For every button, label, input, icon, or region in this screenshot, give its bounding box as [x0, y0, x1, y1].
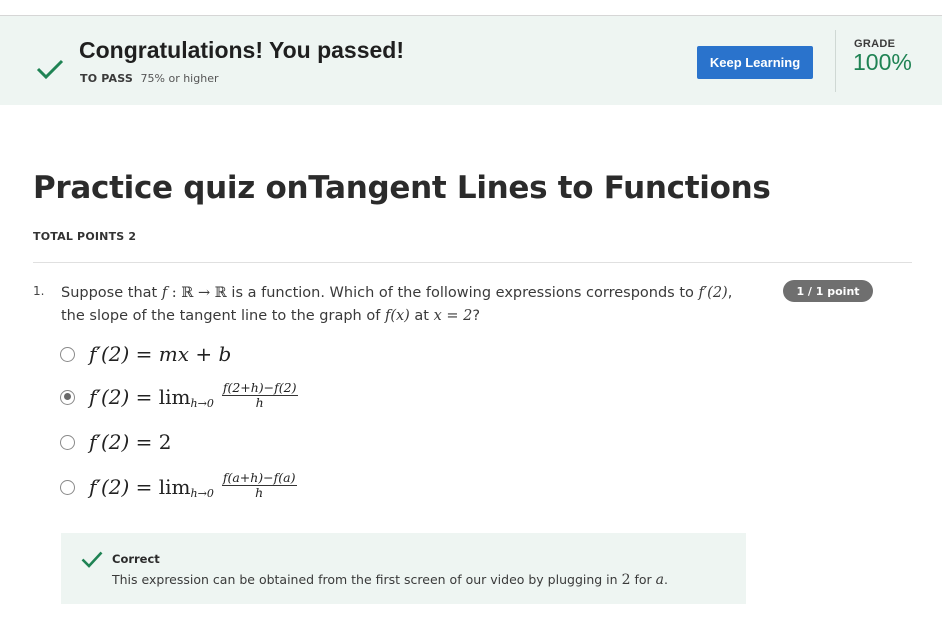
answer-option-3[interactable]: f′(2) = 2: [60, 427, 171, 457]
fraction-denominator: h: [255, 394, 264, 410]
math-arrow: →: [193, 285, 215, 301]
option-math: f′(2) = lim h→0 f(a+h)−f(a) h: [89, 469, 297, 502]
option-math: f′(2) = lim h→0 f(2+h)−f(2) h: [89, 379, 298, 412]
quiz-title: Practice quiz onTangent Lines to Functio…: [33, 170, 771, 206]
grade-value: 100%: [853, 49, 912, 75]
radio-button[interactable]: [60, 434, 75, 450]
to-pass-row: TO PASS 75% or higher: [80, 72, 218, 85]
fraction-numerator: f(2+h)−f(2): [221, 379, 298, 396]
question-text-part: Suppose that: [61, 285, 162, 301]
fraction-numerator: f(a+h)−f(a): [221, 469, 297, 486]
option-rhs: = mx + b: [129, 342, 232, 366]
banner-divider: [835, 30, 836, 92]
question-text: Suppose that f : ℝ → ℝ is a function. Wh…: [61, 282, 761, 328]
check-icon: [81, 551, 103, 568]
keep-learning-button[interactable]: Keep Learning: [697, 46, 813, 79]
pass-title: Congratulations! You passed!: [79, 37, 405, 63]
option-lhs: f′(2): [89, 385, 130, 409]
fraction-denominator: h: [255, 484, 264, 500]
math-colon: :: [167, 285, 182, 301]
question-text-part: is a function. Which of the following ex…: [226, 285, 699, 301]
fraction: f(2+h)−f(2) h: [221, 379, 298, 410]
option-rhs: = lim: [129, 385, 191, 409]
question-text-part: the slope of the tangent line to the gra…: [61, 308, 385, 324]
radio-button[interactable]: [60, 346, 75, 362]
option-math: f′(2) = mx + b: [89, 342, 231, 366]
math-f-of-x: f(x): [384, 308, 410, 324]
section-divider: [33, 262, 912, 263]
radio-button[interactable]: [60, 479, 75, 495]
to-pass-label: TO PASS: [80, 72, 134, 85]
option-math: f′(2) = 2: [89, 430, 171, 454]
option-lhs: f′(2): [89, 342, 130, 366]
question-text-part: at: [409, 308, 434, 324]
option-lhs: f′(2): [89, 430, 130, 454]
total-points: TOTAL POINTS 2: [33, 230, 137, 243]
question-text-part: ,: [727, 285, 733, 301]
math-reals: ℝ: [181, 285, 194, 301]
option-rhs: = 2: [129, 430, 172, 454]
option-lhs: f′(2): [89, 475, 130, 499]
option-rhs: = lim: [129, 475, 191, 499]
limit-subscript: h→0: [190, 396, 214, 410]
radio-button-selected[interactable]: [60, 389, 75, 405]
to-pass-value: 75% or higher: [140, 72, 219, 85]
feedback-text-part: for: [630, 572, 656, 587]
feedback-label: Correct: [112, 552, 160, 566]
check-icon: [36, 59, 64, 80]
feedback-text: This expression can be obtained from the…: [112, 572, 668, 588]
fraction: f(a+h)−f(a) h: [221, 469, 297, 500]
feedback-text-part: This expression can be obtained from the…: [112, 572, 622, 587]
math-a: a: [655, 572, 664, 588]
math-reals: ℝ: [214, 285, 227, 301]
math-x-equals-2: x = 2: [433, 308, 473, 324]
answer-option-4[interactable]: f′(2) = lim h→0 f(a+h)−f(a) h: [60, 469, 297, 502]
math-fprime-2: f′(2): [698, 285, 728, 301]
points-badge: 1 / 1 point: [783, 280, 873, 302]
feedback-text-part: .: [663, 572, 668, 587]
answer-option-2[interactable]: f′(2) = lim h→0 f(2+h)−f(2) h: [60, 379, 298, 412]
limit-subscript: h→0: [190, 486, 214, 500]
question-text-part: ?: [472, 308, 481, 324]
feedback-box: Correct This expression can be obtained …: [61, 533, 746, 604]
answer-option-1[interactable]: f′(2) = mx + b: [60, 339, 231, 369]
question-number: 1.: [33, 284, 45, 298]
